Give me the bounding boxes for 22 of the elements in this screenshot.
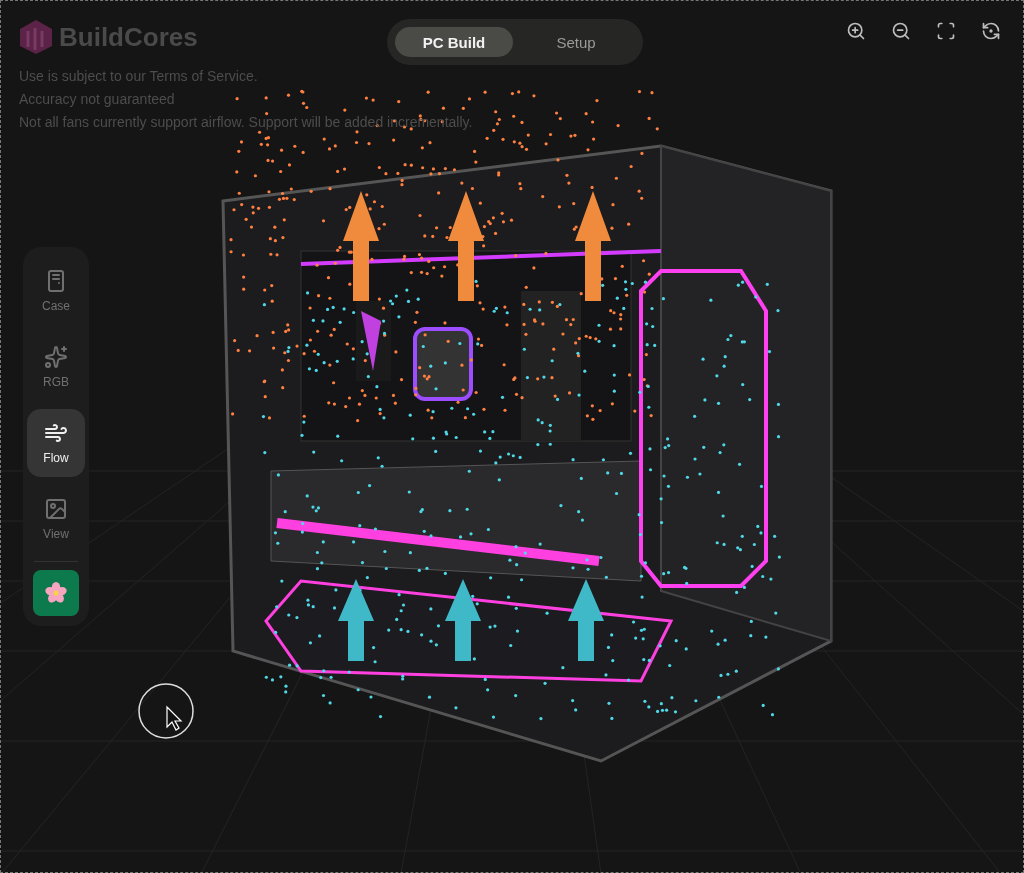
intake-arrow-icon: [338, 579, 374, 661]
sidebar-item[interactable]: RGB: [27, 333, 85, 401]
mode-tab[interactable]: Setup: [517, 27, 635, 57]
intake-arrow-icon: [568, 579, 604, 661]
intake-arrow-icon: [445, 579, 481, 661]
notice-text: Not all fans currently support airflow. Support will be added incrementally.: [19, 113, 473, 132]
exhaust-arrow-icon: [575, 191, 611, 301]
sparkle-icon: [44, 345, 68, 369]
exhaust-arrow-icon: [448, 191, 484, 301]
cursor-icon: [138, 683, 194, 739]
sidebar-item[interactable]: View: [27, 485, 85, 553]
exhaust-arrow-icon: [343, 191, 379, 301]
image-icon: [44, 497, 68, 521]
notice-text: Accuracy not guaranteed: [19, 90, 176, 109]
wind-icon: [44, 421, 68, 445]
mode-tab[interactable]: PC Build: [395, 27, 513, 57]
cube-logo-icon: [19, 19, 53, 55]
flower-icon: [45, 582, 67, 604]
glowing-logo-icon: [361, 311, 381, 371]
sidebar-item[interactable]: Case: [27, 257, 85, 325]
sidebar-item[interactable]: Flow: [27, 409, 85, 477]
flower-button[interactable]: [33, 570, 79, 616]
